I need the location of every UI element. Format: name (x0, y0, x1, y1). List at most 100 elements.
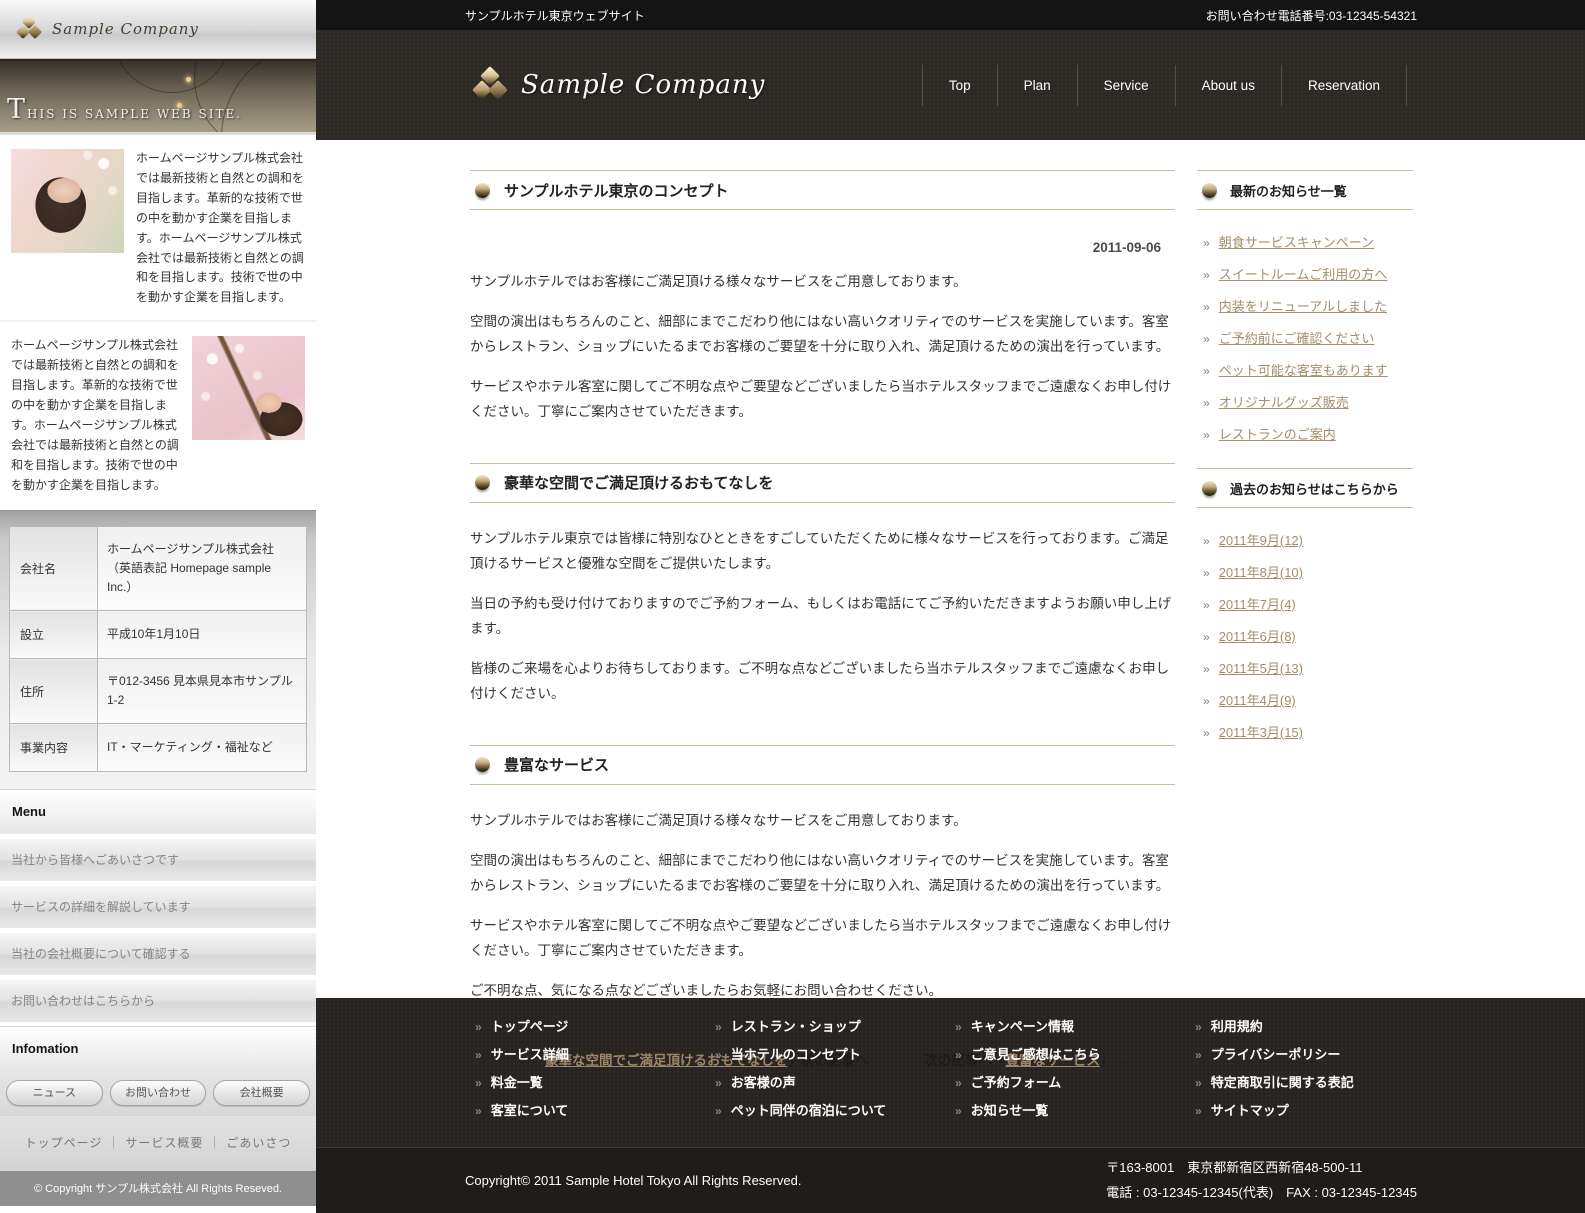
list-item: » ペット同伴の宿泊について (715, 1100, 955, 1119)
header-logo-text: Sample Company (521, 70, 766, 100)
contact-button[interactable]: お問い合わせ (109, 1080, 207, 1107)
profile-block-2: ホームページサンプル株式会社では最新技術と自然との調和を目指します。革新的な技術… (0, 320, 316, 508)
article-paragraph: 空間の演出はもちろんのこと、細部にまでこだわり他にはない高いクオリティでのサービ… (470, 313, 1170, 354)
news-link[interactable]: ご予約前にご確認ください (1219, 328, 1375, 347)
footer-link[interactable]: キャンペーン情報 (971, 1016, 1074, 1035)
nav-service[interactable]: Service (1076, 64, 1175, 106)
double-arrow-icon: » (1195, 1104, 1202, 1118)
list-item: » 内装をリニューアルしました (1203, 296, 1413, 315)
footer-link[interactable]: ペット同伴の宿泊について (731, 1100, 887, 1119)
list-item: » ご予約前にご確認ください (1203, 328, 1413, 347)
founded-value: 平成10年1月10日 (97, 610, 307, 660)
list-item: » 2011年4月(9) (1203, 690, 1413, 709)
news-link[interactable]: 朝食サービスキャンペーン (1219, 232, 1374, 251)
footer-copyright: Copyright© 2011 Sample Hotel Tokyo All R… (465, 1173, 802, 1188)
gem-icon (1202, 182, 1217, 198)
footer-link[interactable]: サービス詳細 (491, 1044, 569, 1063)
archive-link[interactable]: 2011年3月(15) (1219, 722, 1303, 741)
archive-heading: 過去のお知らせはこちらから (1197, 468, 1413, 508)
double-arrow-icon: » (475, 1104, 482, 1118)
archive-link[interactable]: 2011年7月(4) (1219, 594, 1296, 613)
article-paragraph: サンプルホテルではお客様にご満足頂ける様々なサービスをご用意しております。 (470, 812, 967, 828)
archive-link[interactable]: 2011年8月(10) (1219, 562, 1303, 581)
article-paragraph: 皆様のご来場を心よりお待ちしております。ご不明な点などございましたら当ホテルスタ… (470, 660, 1170, 701)
footer-link[interactable]: 当ホテルのコンセプト (731, 1044, 861, 1063)
nav-plan[interactable]: Plan (996, 64, 1077, 106)
founded-label: 設立 (9, 610, 98, 660)
sidebar-copyright: © Copyright サンプル株式会社 All Rights Reseved. (0, 1171, 316, 1207)
article-paragraph: 空間の演出はもちろんのこと、細部にまでこだわり他にはない高いクオリティでのサービ… (470, 852, 1170, 893)
footer-link[interactable]: 特定商取引に関する表記 (1211, 1072, 1354, 1091)
list-item: » 2011年6月(8) (1203, 626, 1413, 645)
list-item: » サイトマップ (1195, 1100, 1435, 1119)
list-item: » ご予約フォーム (955, 1072, 1195, 1091)
sidebar-link-top-page[interactable]: トップページ (25, 1136, 103, 1150)
company-profile-button[interactable]: 会社概要 (213, 1080, 311, 1107)
sidebar-link-service-overview[interactable]: サービス概要 (125, 1136, 203, 1150)
nav-top[interactable]: Top (921, 64, 997, 106)
list-item: » 2011年9月(12) (1203, 530, 1413, 549)
double-arrow-icon: » (475, 1020, 482, 1034)
footer-link[interactable]: ご予約フォーム (971, 1072, 1062, 1091)
article-title: サンプルホテル東京のコンセプト (504, 182, 729, 200)
archive-list: » 2011年9月(12) » 2011年8月(10) » 2011年7月(4) » 2… (1197, 530, 1413, 741)
double-arrow-icon: » (1203, 566, 1210, 580)
list-item: » レストラン・ショップ (715, 1016, 955, 1035)
section-heading: 豪華な空間でご満足頂けるおもてなしを (470, 462, 1175, 503)
double-arrow-icon: » (475, 1048, 482, 1062)
news-link[interactable]: レストランのご案内 (1219, 424, 1336, 443)
footer-column-3: » キャンペーン情報 » ご意見ご感想はこちら » ご予約フォーム » お知らせ一覧 (955, 1016, 1195, 1147)
footer-link[interactable]: ご意見ご感想はこちら (971, 1044, 1101, 1063)
footer-link[interactable]: お知らせ一覧 (971, 1100, 1049, 1119)
nav-about-us[interactable]: About us (1174, 64, 1281, 106)
sidebar-link-greeting[interactable]: ごあいさつ (226, 1136, 291, 1150)
list-item: » お知らせ一覧 (955, 1100, 1195, 1119)
sidebar-logo[interactable]: Sample Company (0, 0, 316, 59)
double-arrow-icon: » (1195, 1048, 1202, 1062)
footer-tel-fax: 電話 : 03-12345-12345(代表) FAX : 03-12345-1… (1106, 1184, 1417, 1200)
services-section: 豊富なサービス サンプルホテルではお客様にご満足頂ける様々なサービスをご用意して… (470, 744, 1175, 1004)
archive-link[interactable]: 2011年6月(8) (1219, 626, 1296, 645)
nav-reservation[interactable]: Reservation (1280, 64, 1407, 106)
double-arrow-icon: » (1203, 598, 1210, 612)
section-heading: 豊富なサービス (470, 744, 1175, 785)
footer-link[interactable]: トップページ (491, 1016, 569, 1035)
main-column: サンプルホテル東京ウェブサイト お問い合わせ電話番号:03-12345-5432… (316, 0, 1585, 1213)
footer-link[interactable]: プライバシーポリシー (1211, 1044, 1341, 1063)
header-logo[interactable]: Sample Company (472, 66, 766, 103)
address-value: 〒012-3456 見本県見本市サンプル1-2 (97, 658, 307, 725)
archive-link[interactable]: 2011年4月(9) (1219, 690, 1296, 709)
double-arrow-icon: » (955, 1076, 962, 1090)
profile-photo-2 (192, 336, 305, 441)
sidebar-logo-text: Sample Company (52, 20, 199, 38)
footer-link[interactable]: レストラン・ショップ (731, 1016, 861, 1035)
article-paragraph: サンプルホテルではお客様にご満足頂ける様々なサービスをご用意しております。 (470, 274, 967, 289)
news-button[interactable]: ニュース (6, 1080, 103, 1107)
list-item: » 2011年5月(13) (1203, 658, 1413, 677)
footer-link[interactable]: サイトマップ (1211, 1100, 1289, 1119)
menu-item-greeting[interactable]: 当社から皆様へごあいさつです (0, 838, 316, 882)
archive-link[interactable]: 2011年5月(13) (1219, 658, 1303, 677)
footer-link[interactable]: お客様の声 (731, 1072, 796, 1091)
footer-link[interactable]: 利用規約 (1211, 1016, 1263, 1035)
news-link[interactable]: スイートルームご利用の方へ (1219, 264, 1388, 283)
footer-links: » トップページ » サービス詳細 » 料金一覧 » 客室について » レストラン・ショッ… (316, 998, 1585, 1147)
list-item: » 特定商取引に関する表記 (1195, 1072, 1435, 1091)
double-arrow-icon: » (1203, 396, 1210, 410)
list-item: » 朝食サービスキャンペーン (1203, 232, 1413, 251)
company-name-value: ホームページサンプル株式会社 （英語表記 Homepage sample Inc… (97, 525, 307, 612)
list-item: » 当ホテルのコンセプト (715, 1044, 955, 1063)
footer-link[interactable]: 客室について (491, 1100, 569, 1119)
article-column: サンプルホテル東京のコンセプト 2011-09-06 サンプルホテルではお客様に… (470, 170, 1175, 1068)
archive-link[interactable]: 2011年9月(12) (1219, 530, 1303, 549)
sidebar-banner: THIS IS SAMPLE WEB SITE. (0, 59, 316, 135)
menu-item-contact[interactable]: お問い合わせはこちらから (0, 979, 316, 1023)
news-link[interactable]: オリジナルグッズ販売 (1219, 392, 1349, 411)
table-row: 住所 〒012-3456 見本県見本市サンプル1-2 (9, 658, 307, 725)
news-link[interactable]: ペット可能な客室もあります (1219, 360, 1388, 379)
list-item: » 2011年7月(4) (1203, 594, 1413, 613)
menu-item-company[interactable]: 当社の会社概要について確認する (0, 932, 316, 976)
news-link[interactable]: 内装をリニューアルしました (1219, 296, 1387, 315)
footer-link[interactable]: 料金一覧 (491, 1072, 543, 1091)
menu-item-service[interactable]: サービスの詳細を解説しています (0, 885, 316, 929)
